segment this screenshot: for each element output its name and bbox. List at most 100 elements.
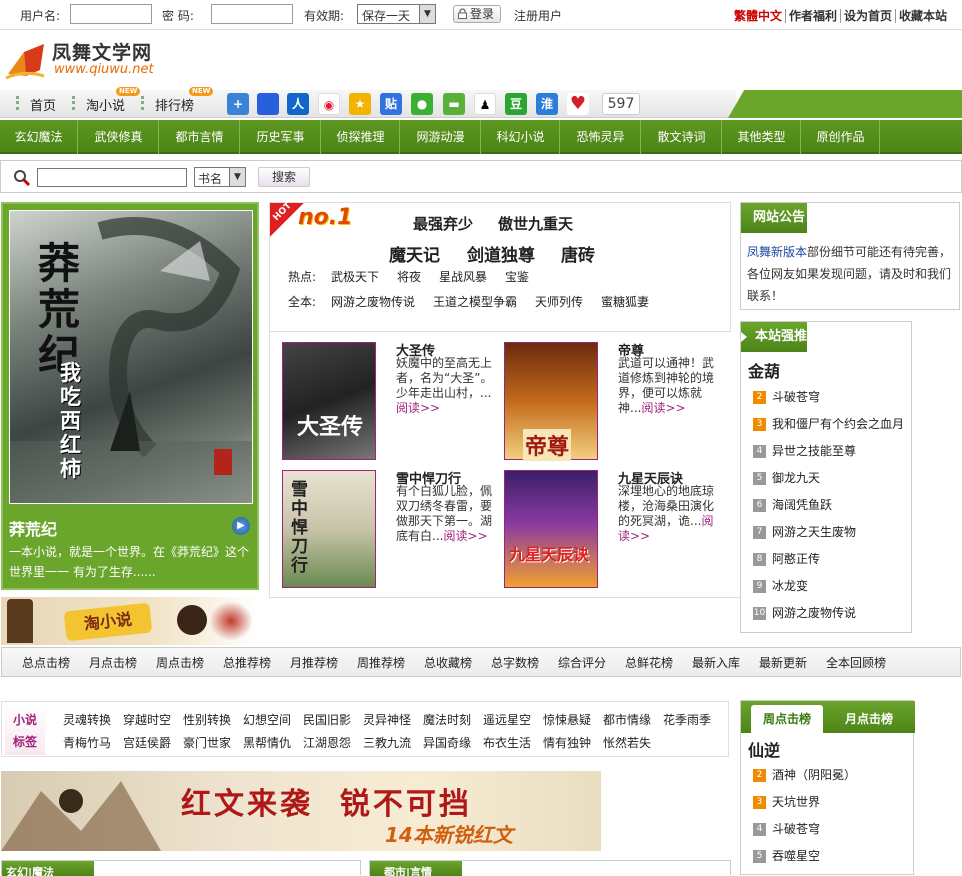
hot-book-link[interactable]: 傲世九重天 bbox=[498, 213, 573, 234]
promo-banner[interactable]: 红文来袭 锐不可挡 14本新锐红文 bbox=[1, 771, 601, 851]
featured-book-title[interactable]: 莽荒纪 bbox=[9, 516, 57, 540]
taoxiaoshuo-banner[interactable]: 淘小说 bbox=[1, 597, 259, 645]
tag-link[interactable]: 情有独钟 bbox=[543, 734, 591, 751]
nav-home[interactable]: 首页 bbox=[16, 95, 56, 114]
ranking-tab[interactable]: 周点击榜 bbox=[156, 654, 204, 671]
book-card[interactable]: 雪中悍刀行 雪中悍刀行 有个白狐儿脸，佩双刀绣冬春雷，要做那天下第一。湖底有白.… bbox=[270, 460, 500, 588]
wechat-icon[interactable]: ● bbox=[411, 93, 433, 115]
hot-book-link[interactable]: 宝鉴 bbox=[505, 268, 529, 285]
password-input[interactable] bbox=[211, 4, 293, 24]
add-icon[interactable]: + bbox=[227, 93, 249, 115]
read-more-link[interactable]: 阅读>> bbox=[641, 401, 685, 415]
tag-link[interactable]: 惊悚悬疑 bbox=[543, 711, 591, 728]
rank-item[interactable]: 3 我和僵尸有个约会之血月 bbox=[753, 415, 904, 435]
read-more-link[interactable]: 阅读>> bbox=[443, 529, 487, 543]
rank-top-book[interactable]: 金葫 bbox=[748, 358, 780, 382]
search-input[interactable] bbox=[37, 168, 187, 187]
category-item[interactable]: 侦探推理 bbox=[322, 120, 400, 154]
username-input[interactable] bbox=[70, 4, 152, 24]
weibo-icon[interactable]: ◉ bbox=[318, 93, 340, 115]
tag-link[interactable]: 豪门世家 bbox=[183, 734, 231, 751]
category-item[interactable]: 网游动漫 bbox=[401, 120, 481, 154]
rank-item[interactable]: 3 天坑世界 bbox=[753, 793, 820, 813]
tab-monthly-click[interactable]: 月点击榜 bbox=[833, 705, 905, 733]
book-cover[interactable]: 帝尊 bbox=[504, 342, 598, 461]
tag-link[interactable]: 怅然若失 bbox=[603, 734, 651, 751]
book-card[interactable]: 九星天辰诀 九星天辰诀 深埋地心的地底琼楼，沧海桑田演化的死冥湖，诡...阅读>… bbox=[492, 460, 722, 588]
rank-item[interactable]: 5 御龙九天 bbox=[753, 469, 820, 489]
category-item[interactable]: 玄幻魔法 bbox=[0, 120, 78, 154]
moments-icon[interactable]: ▬ bbox=[443, 93, 465, 115]
featured-book[interactable]: 莽荒纪 我吃西红柿 莽荒纪 ▶ 一本小说，就是一个世界。在《莽荒纪》这个世界里一… bbox=[1, 202, 259, 590]
search-type-select[interactable]: 书名 ▼ bbox=[194, 167, 246, 187]
set-homepage-link[interactable]: 设为首页 bbox=[839, 9, 895, 23]
tag-link[interactable]: 遥远星空 bbox=[483, 711, 531, 728]
ranking-tab[interactable]: 总推荐榜 bbox=[223, 654, 271, 671]
rank2-top-book[interactable]: 仙逆 bbox=[748, 737, 780, 761]
rank-item[interactable]: 7 网游之天生废物 bbox=[753, 523, 856, 543]
qzone-icon[interactable]: ★ bbox=[349, 93, 371, 115]
ranking-tab[interactable]: 周推荐榜 bbox=[357, 654, 405, 671]
bookmark-link[interactable]: 收藏本站 bbox=[894, 9, 950, 23]
ranking-tab[interactable]: 总字数榜 bbox=[491, 654, 539, 671]
category-item[interactable]: 其他类型 bbox=[723, 120, 801, 154]
hot-book-link[interactable]: 将夜 bbox=[397, 268, 421, 285]
ranking-tab[interactable]: 月推荐榜 bbox=[290, 654, 338, 671]
tag-link[interactable]: 布衣生活 bbox=[483, 734, 531, 751]
hot-book-link[interactable]: 剑道独尊 bbox=[467, 241, 535, 266]
tag-link[interactable]: 江湖恩怨 bbox=[303, 734, 351, 751]
register-link[interactable]: 注册用户 bbox=[514, 7, 562, 24]
arrow-right-icon[interactable]: ▶ bbox=[232, 517, 250, 535]
tag-link[interactable]: 宫廷侯爵 bbox=[123, 734, 171, 751]
ranking-tab[interactable]: 最新更新 bbox=[759, 654, 807, 671]
ranking-tab[interactable]: 综合评分 bbox=[558, 654, 606, 671]
hot-book-link[interactable]: 星战风暴 bbox=[439, 268, 487, 285]
tag-link[interactable]: 穿越时空 bbox=[123, 711, 171, 728]
rank-item[interactable]: 4 斗破苍穹 bbox=[753, 820, 820, 840]
tag-link[interactable]: 黑帮情仇 bbox=[243, 734, 291, 751]
login-button[interactable]: 登录 bbox=[453, 5, 501, 23]
baidu-icon[interactable]: 🐾 bbox=[257, 93, 279, 115]
category-item[interactable]: 历史军事 bbox=[241, 120, 321, 154]
tag-link[interactable]: 民国旧影 bbox=[303, 711, 351, 728]
category-item[interactable]: 恐怖灵异 bbox=[561, 120, 641, 154]
ranking-tab[interactable]: 总点击榜 bbox=[22, 654, 70, 671]
traditional-chinese-link[interactable]: 繁體中文 bbox=[731, 9, 785, 23]
rank-item[interactable]: 5 吞噬星空 bbox=[753, 847, 820, 867]
full-book-link[interactable]: 蜜糖狐妻 bbox=[601, 293, 649, 310]
category-item[interactable]: 散文诗词 bbox=[642, 120, 722, 154]
rank-item[interactable]: 8 阿憨正传 bbox=[753, 550, 820, 570]
book-cover[interactable]: 九星天辰诀 bbox=[504, 470, 598, 588]
rank-item[interactable]: 10 网游之废物传说 bbox=[753, 604, 856, 624]
rank-item[interactable]: 4 异世之技能至尊 bbox=[753, 442, 856, 462]
ranking-tab[interactable]: 月点击榜 bbox=[89, 654, 137, 671]
tag-link[interactable]: 异国奇缘 bbox=[423, 734, 471, 751]
tag-link[interactable]: 幻想空间 bbox=[243, 711, 291, 728]
book-cover[interactable]: 大圣传 bbox=[282, 342, 376, 460]
ranking-tab[interactable]: 总收藏榜 bbox=[424, 654, 472, 671]
nav-ranking[interactable]: NEW 排行榜 bbox=[141, 87, 214, 114]
renren-icon[interactable]: 人 bbox=[287, 93, 309, 115]
tag-link[interactable]: 三教九流 bbox=[363, 734, 411, 751]
rank-item[interactable]: 6 海阔凭鱼跃 bbox=[753, 496, 832, 516]
tag-link[interactable]: 都市情缘 bbox=[603, 711, 651, 728]
ranking-tab[interactable]: 总鲜花榜 bbox=[625, 654, 673, 671]
book-card[interactable]: 帝尊 帝尊 武道可以通神！武道修炼到神轮的境界，便可以炼就神...阅读>> bbox=[492, 332, 722, 461]
hot-book-link[interactable]: 魔天记 bbox=[389, 241, 440, 266]
tag-link[interactable]: 魔法时刻 bbox=[423, 711, 471, 728]
rank-item[interactable]: 2 酒神（阴阳冕） bbox=[753, 766, 856, 786]
nav-taoxiaoshuo[interactable]: NEW 淘小说 bbox=[72, 87, 141, 114]
read-more-link[interactable]: 阅读>> bbox=[396, 401, 440, 415]
tieba-icon[interactable]: 贴 bbox=[380, 93, 402, 115]
tab-weekly-click[interactable]: 周点击榜 bbox=[751, 705, 823, 733]
full-book-link[interactable]: 天师列传 bbox=[535, 293, 583, 310]
category-item[interactable]: 科幻小说 bbox=[482, 120, 560, 154]
category-item[interactable]: 武侠修真 bbox=[79, 120, 159, 154]
hot-book-link[interactable]: 唐砖 bbox=[561, 241, 595, 266]
hot-book-link[interactable]: 最强弃少 bbox=[413, 213, 473, 234]
qq-icon[interactable]: ♟ bbox=[474, 93, 496, 115]
tag-link[interactable]: 灵异神怪 bbox=[363, 711, 411, 728]
author-welfare-link[interactable]: 作者福利 bbox=[784, 9, 840, 23]
douban-icon[interactable]: 豆 bbox=[505, 93, 527, 115]
category-item[interactable]: 都市言情 bbox=[160, 120, 240, 154]
